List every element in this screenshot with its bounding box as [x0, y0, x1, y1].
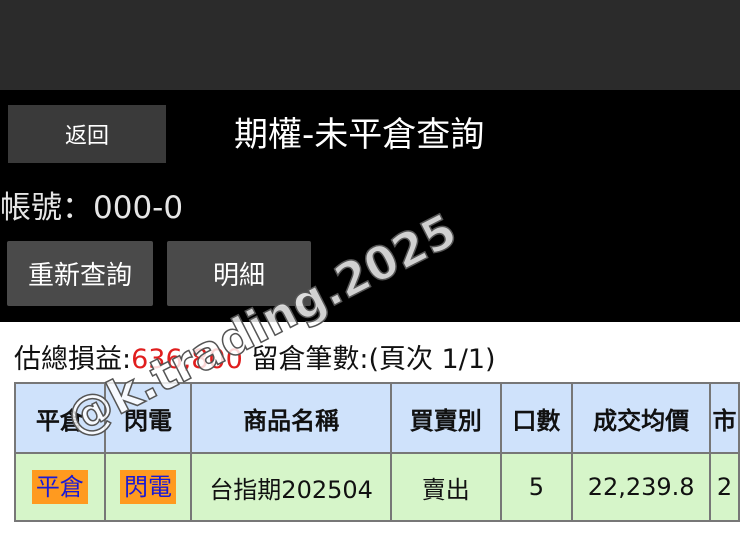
close-position-button[interactable]: 平倉: [31, 470, 88, 504]
col-avg-price: 成交均價: [571, 382, 711, 454]
back-button[interactable]: 返回: [8, 105, 166, 163]
status-bar: [0, 0, 740, 90]
requery-button[interactable]: 重新查詢: [7, 241, 153, 306]
col-qty: 口數: [499, 382, 574, 454]
col-side: 買賣別: [389, 382, 502, 454]
page-title: 期權-未平倉查詢: [234, 115, 485, 155]
close-cell: 平倉: [14, 452, 106, 522]
col-market: 市: [708, 382, 740, 454]
account-number: 帳號：000-0: [0, 190, 184, 226]
avg-price-cell: 22,239.8: [571, 452, 711, 522]
table-row: 平倉 閃電 台指期202504 賣出 5 22,239.8 2: [14, 452, 740, 522]
qty-cell: 5: [499, 452, 574, 522]
side-cell: 賣出: [389, 452, 502, 522]
product-cell: 台指期202504: [190, 452, 392, 522]
flash-cell: 閃電: [103, 452, 193, 522]
flash-order-button[interactable]: 閃電: [119, 470, 176, 504]
position-count-label: 留倉筆數:(頁次 1/1): [242, 344, 496, 375]
market-cell: 2: [708, 452, 740, 522]
col-product: 商品名稱: [190, 382, 392, 454]
